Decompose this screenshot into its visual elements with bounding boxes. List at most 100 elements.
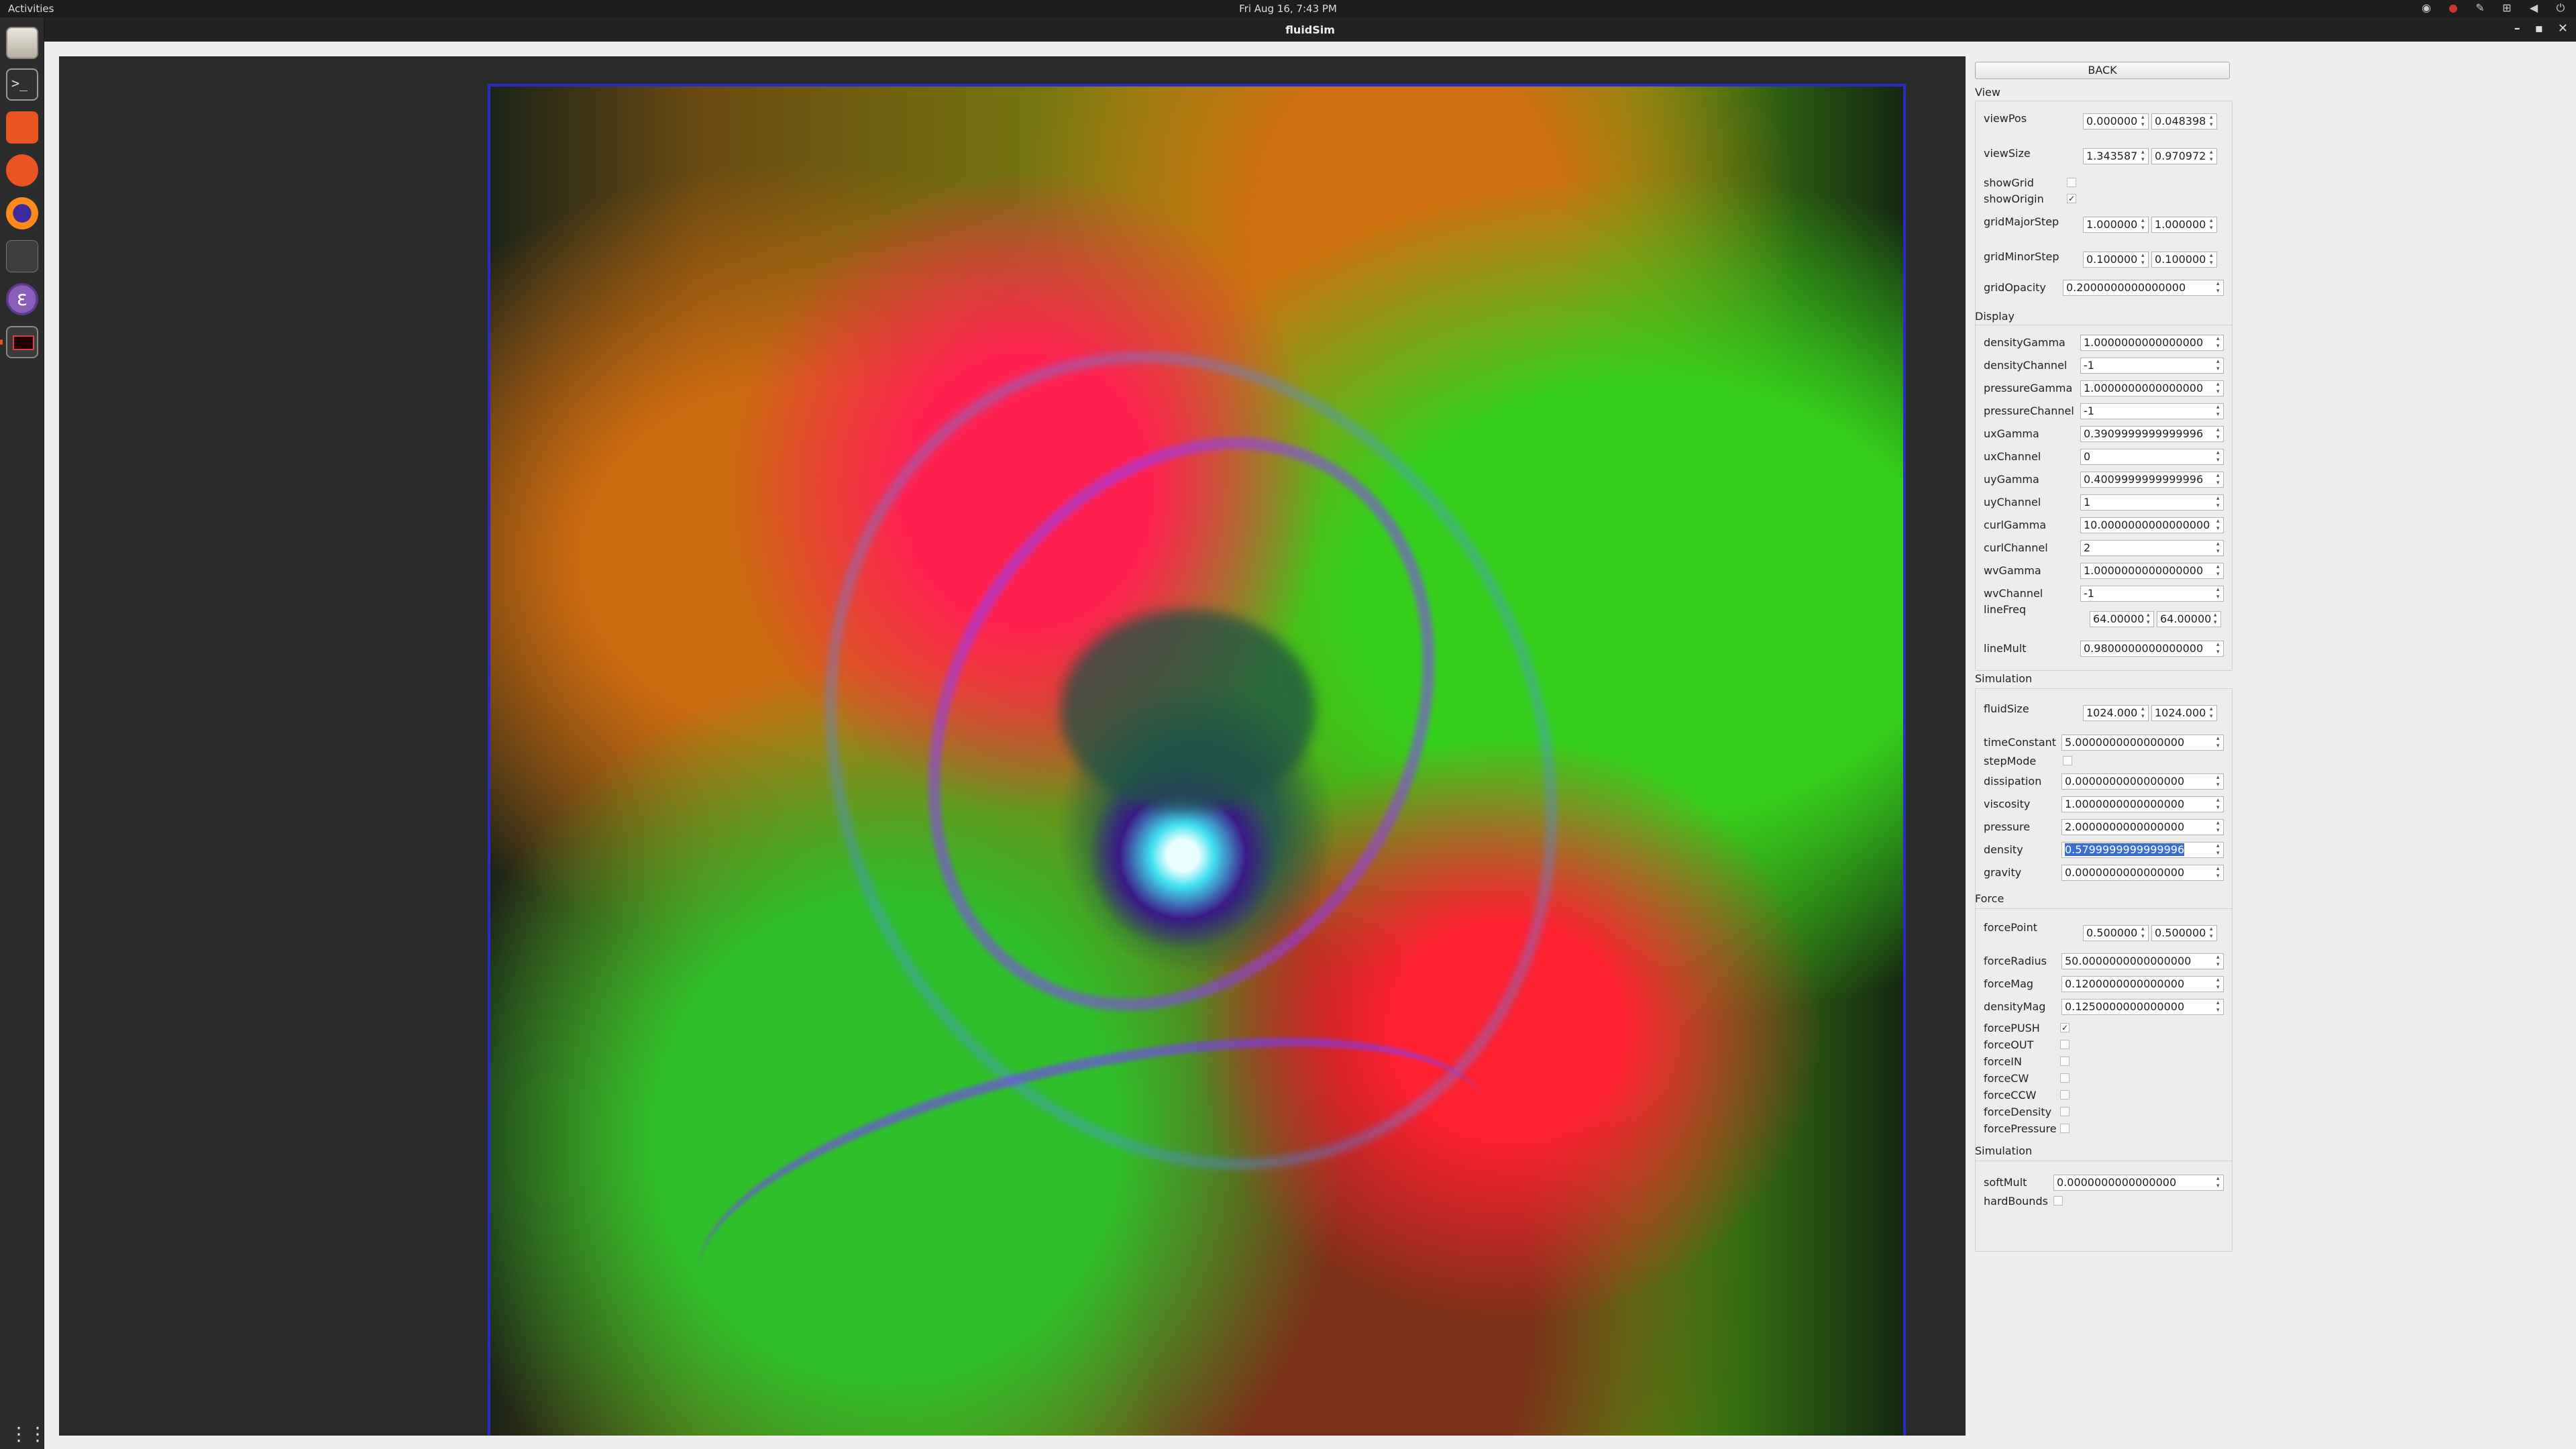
back-button[interactable]: BACK <box>1975 62 2230 79</box>
force-checkbox-label: forceIN <box>1984 1055 2022 1068</box>
force-checkbox[interactable] <box>2060 1090 2070 1099</box>
force-checkbox-label: forceCW <box>1984 1072 2029 1085</box>
viewpos-x-input[interactable]: 0.000000 <box>2083 113 2149 129</box>
display-row-input[interactable]: 1 <box>2080 494 2224 511</box>
force-checkbox[interactable] <box>2060 1073 2070 1083</box>
terminal-icon[interactable]: >_ <box>6 68 38 101</box>
show-applications-icon[interactable]: ⋮⋮⋮ <box>9 1422 66 1446</box>
force-checkbox-label: forceCCW <box>1984 1089 2037 1102</box>
section-title-view: View <box>1975 86 2000 99</box>
record-icon[interactable]: ● <box>2447 2 2459 14</box>
forceradius-input[interactable]: 50.0000000000000000 <box>2061 953 2224 969</box>
density-input[interactable]: 0.5799999999999996 <box>2061 842 2224 858</box>
forcepoint-x-input[interactable]: 0.500000 <box>2083 925 2149 941</box>
viewsize-x-input[interactable]: 1.343587 <box>2083 148 2149 164</box>
files-icon[interactable] <box>6 27 38 59</box>
forcepoint-label: forcePoint <box>1984 921 2038 934</box>
force-checkbox[interactable] <box>2060 1040 2070 1049</box>
linemult-input[interactable]: 0.9800000000000000 <box>2080 641 2224 657</box>
gridmajorstep-label: gridMajorStep <box>1984 215 2059 228</box>
fluid-vortex <box>1061 610 1316 811</box>
display-row-input[interactable]: 1.0000000000000000 <box>2080 380 2224 396</box>
display-row-input[interactable]: 1.0000000000000000 <box>2080 563 2224 579</box>
stepmode-label: stepMode <box>1984 755 2037 767</box>
gridminorstep-x-input[interactable]: 0.100000 <box>2083 252 2149 268</box>
top-bar: Activities Fri Aug 16, 7:43 PM ◉ ● ✎ ⊞ ◀… <box>0 0 2576 17</box>
showorigin-checkbox[interactable]: ✓ <box>2067 194 2076 203</box>
display-row-input[interactable]: 1.0000000000000000 <box>2080 335 2224 351</box>
display-row-label: pressureGamma <box>1984 382 2073 394</box>
display-row-input[interactable]: -1 <box>2080 358 2224 374</box>
gridminorstep-y-input[interactable]: 0.100000 <box>2151 252 2217 268</box>
density-label: density <box>1984 843 2023 856</box>
viewpos-y-input[interactable]: 0.048398 <box>2151 113 2217 129</box>
firefox-icon[interactable] <box>6 197 38 229</box>
gridmajorstep-x-input[interactable]: 1.000000 <box>2083 217 2149 233</box>
steam-icon[interactable]: ◉ <box>2420 2 2432 14</box>
office-icon[interactable] <box>6 111 38 144</box>
display-row-input[interactable]: 0.3909999999999996 <box>2080 426 2224 442</box>
display-row-input[interactable]: 0.4009999999999996 <box>2080 472 2224 488</box>
gridminorstep-label: gridMinorStep <box>1984 250 2059 263</box>
fluidsim-app-icon[interactable] <box>6 326 38 358</box>
fluidsize-y-input[interactable]: 1024.000 <box>2151 705 2217 721</box>
forcemag-input[interactable]: 0.1200000000000000 <box>2061 976 2224 992</box>
force-checkbox[interactable]: ✓ <box>2060 1023 2070 1032</box>
gridmajorstep-y-input[interactable]: 1.000000 <box>2151 217 2217 233</box>
dock: >_ ε ⋮⋮⋮ <box>0 17 66 1449</box>
volume-icon[interactable]: ◀ <box>2528 2 2540 14</box>
stepmode-checkbox[interactable] <box>2063 756 2072 765</box>
section-title-simulation-2: Simulation <box>1975 1144 2033 1157</box>
display-row-input[interactable]: 0 <box>2080 449 2224 465</box>
fluidsize-x-input[interactable]: 1024.000 <box>2083 705 2149 721</box>
display-row-label: uxChannel <box>1984 450 2041 463</box>
settings-panel: BACK View viewPos 0.000000 0.048398 view… <box>1968 42 2576 1449</box>
fluid-canvas[interactable] <box>488 84 1906 1436</box>
display-row-input[interactable]: 10.0000000000000000 <box>2080 517 2224 533</box>
forcepoint-y-input[interactable]: 0.500000 <box>2151 925 2217 941</box>
window-titlebar[interactable]: fluidSim – ▪ ✕ <box>44 17 2576 42</box>
densitymag-label: densityMag <box>1984 1000 2046 1013</box>
minimize-icon[interactable]: – <box>2514 21 2520 36</box>
force-checkbox[interactable] <box>2060 1124 2070 1133</box>
pen-icon[interactable]: ✎ <box>2474 2 2486 14</box>
pressure-label: pressure <box>1984 820 2031 833</box>
showgrid-label: showGrid <box>1984 176 2034 189</box>
ubuntu-software-icon[interactable] <box>6 154 38 186</box>
tools-icon[interactable] <box>6 240 38 272</box>
display-row-label: uxGamma <box>1984 427 2039 440</box>
linefreq-label: lineFreq <box>1984 603 2027 616</box>
display-row-input[interactable]: -1 <box>2080 586 2224 602</box>
dissipation-input[interactable]: 0.0000000000000000 <box>2061 773 2224 790</box>
maximize-icon[interactable]: ▪ <box>2535 21 2543 36</box>
hardbounds-checkbox[interactable] <box>2053 1196 2063 1205</box>
showgrid-checkbox[interactable] <box>2067 178 2076 187</box>
network-icon[interactable]: ⊞ <box>2501 2 2513 14</box>
clock[interactable]: Fri Aug 16, 7:43 PM <box>0 3 2576 15</box>
softmult-input[interactable]: 0.0000000000000000 <box>2053 1175 2224 1191</box>
display-row-label: curlChannel <box>1984 541 2048 554</box>
timeconstant-label: timeConstant <box>1984 736 2057 749</box>
timeconstant-input[interactable]: 5.0000000000000000 <box>2061 735 2224 751</box>
fluidsize-label: fluidSize <box>1984 702 2029 715</box>
linefreq-x-input[interactable]: 64.00000 <box>2090 611 2154 627</box>
viewsize-y-input[interactable]: 0.970972 <box>2151 148 2217 164</box>
linefreq-y-input[interactable]: 64.00000 <box>2157 611 2221 627</box>
gravity-input[interactable]: 0.0000000000000000 <box>2061 865 2224 881</box>
display-row-label: curlGamma <box>1984 519 2047 531</box>
force-checkbox-label: forceOUT <box>1984 1038 2034 1051</box>
gridopacity-input[interactable]: 0.2000000000000000 <box>2063 280 2224 296</box>
close-icon[interactable]: ✕ <box>2558 21 2568 36</box>
force-checkbox-label: forceDensity <box>1984 1106 2052 1118</box>
display-row-input[interactable]: -1 <box>2080 403 2224 419</box>
display-row-input[interactable]: 2 <box>2080 540 2224 556</box>
pressure-input[interactable]: 2.0000000000000000 <box>2061 819 2224 835</box>
viewpos-label: viewPos <box>1984 112 2027 125</box>
viscosity-input[interactable]: 1.0000000000000000 <box>2061 796 2224 812</box>
dissipation-label: dissipation <box>1984 775 2042 788</box>
emacs-icon[interactable]: ε <box>6 283 38 315</box>
force-checkbox[interactable] <box>2060 1057 2070 1066</box>
power-icon[interactable]: ⏻ <box>2555 2 2567 14</box>
force-checkbox[interactable] <box>2060 1107 2070 1116</box>
densitymag-input[interactable]: 0.1250000000000000 <box>2061 999 2224 1015</box>
